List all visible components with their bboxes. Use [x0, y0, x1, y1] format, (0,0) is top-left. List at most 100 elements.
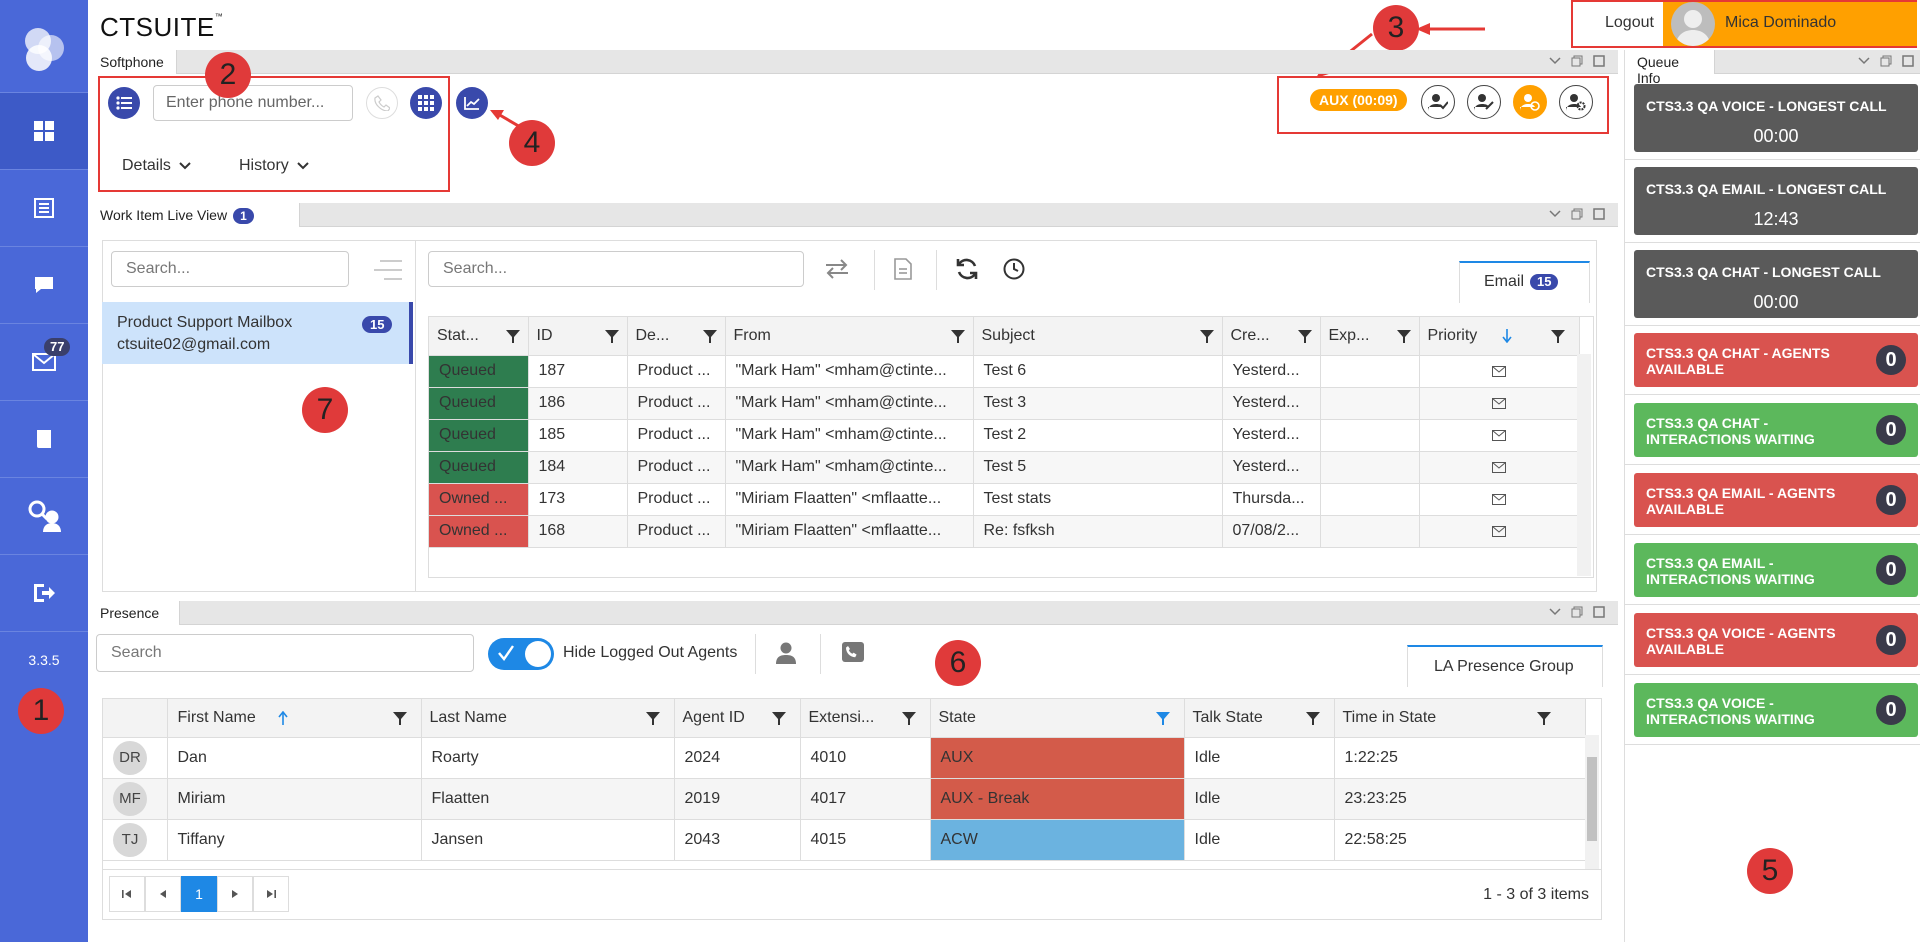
col-department[interactable]: De... [627, 317, 726, 356]
collapse-icon[interactable] [1548, 54, 1562, 68]
table-row[interactable]: Queued 186 Product ... "Mark Ham" <mham@cti… [429, 387, 1580, 420]
collapse-icon[interactable] [1548, 207, 1562, 221]
filter-icon[interactable] [645, 711, 660, 725]
scrollbar-thumb[interactable] [1587, 757, 1597, 841]
queue-card[interactable]: CTS3.3 QA CHAT - INTERACTIONS WAITING 0 [1634, 403, 1918, 457]
filter-icon[interactable] [1305, 711, 1320, 725]
dialer-list-button[interactable] [108, 87, 140, 119]
details-dropdown[interactable]: Details [122, 157, 191, 175]
nav-chat-button[interactable] [0, 247, 88, 323]
mailbox-search-input[interactable] [111, 251, 349, 287]
filter-icon[interactable] [1199, 329, 1214, 343]
presence-search-input[interactable] [96, 634, 474, 672]
stats-button[interactable] [456, 87, 488, 119]
filter-icon[interactable] [604, 329, 619, 343]
nav-signout-button[interactable] [0, 555, 88, 631]
email-tab[interactable]: Email 15 [1459, 261, 1590, 303]
queue-card[interactable]: CTS3.3 QA EMAIL - INTERACTIONS WAITING 0 [1634, 543, 1918, 597]
hide-logged-out-toggle[interactable] [488, 638, 554, 670]
refresh-icon[interactable] [955, 257, 979, 281]
maximize-icon[interactable] [1592, 54, 1606, 68]
agent-settings-button[interactable] [1559, 85, 1593, 119]
nav-book-button[interactable] [0, 401, 88, 477]
collapse-icon[interactable] [1857, 54, 1871, 68]
filter-icon[interactable] [1536, 711, 1551, 725]
call-button[interactable] [366, 87, 398, 119]
col-status[interactable]: Stat... [429, 317, 529, 356]
queue-card[interactable]: CTS3.3 QA CHAT - LONGEST CALL 00:00 [1634, 250, 1918, 318]
user-menu[interactable]: Mica Dominado [1663, 2, 1917, 46]
table-row[interactable]: Owned ... 168 Product ... "Miriam Flaatten"… [429, 515, 1580, 548]
col-state[interactable]: State [930, 699, 1185, 738]
table-row[interactable]: Queued 185 Product ... "Mark Ham" <mham@cti… [429, 419, 1580, 452]
col-last-name[interactable]: Last Name [421, 699, 675, 738]
col-extension[interactable]: Extensi... [800, 699, 931, 738]
table-row[interactable]: MF Miriam Flaatten 2019 4017 AUX - Break Idle 2… [103, 778, 1586, 820]
transfer-icon[interactable] [824, 259, 850, 279]
maximize-icon[interactable] [1901, 54, 1915, 68]
maximize-icon[interactable] [1592, 605, 1606, 619]
la-presence-group-tab[interactable]: LA Presence Group [1407, 645, 1603, 687]
col-time-in-state[interactable]: Time in State [1334, 699, 1586, 738]
aux-status-badge[interactable]: AUX (00:09) [1310, 89, 1407, 111]
document-icon[interactable] [894, 258, 912, 280]
col-agent-id[interactable]: Agent ID [674, 699, 801, 738]
agent-ready-button[interactable] [1421, 85, 1455, 119]
nav-list-button[interactable] [0, 170, 88, 246]
email-grid-scrollbar[interactable] [1577, 354, 1591, 576]
nav-agents-button[interactable] [0, 478, 88, 554]
filter-icon[interactable] [1550, 329, 1565, 343]
table-row[interactable]: TJ Tiffany Jansen 2043 4015 ACW Idle 22:58:25 [103, 819, 1586, 861]
filter-icon[interactable] [1396, 329, 1411, 343]
restore-icon[interactable] [1570, 605, 1584, 619]
first-page-button[interactable] [109, 876, 145, 912]
table-row[interactable]: Queued 187 Product ... "Mark Ham" <mham@cti… [429, 355, 1580, 388]
agent-acw-button[interactable] [1467, 85, 1501, 119]
clock-icon[interactable] [1003, 258, 1025, 280]
col-created[interactable]: Cre... [1222, 317, 1321, 356]
filter-active-icon[interactable] [1155, 711, 1170, 725]
nav-email-button[interactable] [0, 324, 88, 400]
logout-link[interactable]: Logout [1605, 14, 1654, 32]
col-talk-state[interactable]: Talk State [1184, 699, 1335, 738]
mailbox-item[interactable]: Product Support Mailbox ctsuite02@gmail.… [102, 302, 413, 364]
table-row[interactable]: Queued 184 Product ... "Mark Ham" <mham@cti… [429, 451, 1580, 484]
workitem-tab[interactable]: Work Item Live View 1 [88, 203, 300, 227]
filter-icon[interactable] [950, 329, 965, 343]
agent-aux-button[interactable] [1513, 85, 1547, 119]
queue-card[interactable]: CTS3.3 QA VOICE - LONGEST CALL 00:00 [1634, 84, 1918, 152]
queue-info-tab[interactable]: Queue Info [1625, 50, 1715, 86]
next-page-button[interactable] [217, 876, 253, 912]
softphone-tab[interactable]: Softphone [88, 50, 177, 74]
col-subject[interactable]: Subject [973, 317, 1223, 356]
filter-icon[interactable] [392, 711, 407, 725]
queue-card[interactable]: CTS3.3 QA EMAIL - AGENTS AVAILABLE 0 [1634, 473, 1918, 527]
table-row[interactable]: Owned ... 173 Product ... "Miriam Flaatten"… [429, 483, 1580, 516]
nav-dashboard-button[interactable] [0, 93, 88, 169]
dialpad-button[interactable] [410, 87, 442, 119]
phone-book-icon[interactable] [842, 642, 864, 662]
restore-icon[interactable] [1879, 54, 1893, 68]
user-icon[interactable] [776, 642, 796, 664]
phone-number-input[interactable] [153, 85, 353, 121]
col-first-name[interactable]: First Name [167, 699, 422, 738]
queue-card[interactable]: CTS3.3 QA VOICE - AGENTS AVAILABLE 0 [1634, 613, 1918, 667]
restore-icon[interactable] [1570, 54, 1584, 68]
presence-grid-scrollbar[interactable] [1585, 735, 1599, 869]
collapse-list-icon[interactable] [370, 259, 402, 281]
queue-card[interactable]: CTS3.3 QA CHAT - AGENTS AVAILABLE 0 [1634, 333, 1918, 387]
collapse-icon[interactable] [1548, 605, 1562, 619]
filter-icon[interactable] [1297, 329, 1312, 343]
col-from[interactable]: From [725, 317, 974, 356]
table-row[interactable]: DR Dan Roarty 2024 4010 AUX Idle 1:22:25 [103, 737, 1586, 779]
page-1-button[interactable]: 1 [181, 876, 217, 912]
queue-card[interactable]: CTS3.3 QA VOICE - INTERACTIONS WAITING 0 [1634, 683, 1918, 737]
filter-icon[interactable] [702, 329, 717, 343]
prev-page-button[interactable] [145, 876, 181, 912]
col-expires[interactable]: Exp... [1320, 317, 1420, 356]
last-page-button[interactable] [253, 876, 289, 912]
presence-tab[interactable]: Presence [88, 601, 180, 625]
maximize-icon[interactable] [1592, 207, 1606, 221]
filter-icon[interactable] [771, 711, 786, 725]
filter-icon[interactable] [901, 711, 916, 725]
